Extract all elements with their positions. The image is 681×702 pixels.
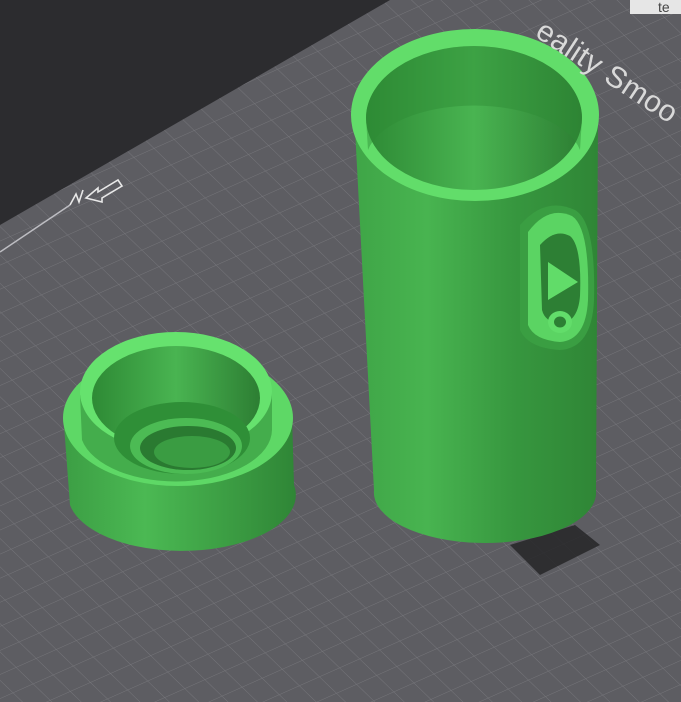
cap-model[interactable] xyxy=(63,332,296,560)
side-bracket xyxy=(520,205,595,350)
bed-tag-label: te xyxy=(630,0,681,14)
3d-viewport[interactable]: te eality Smoo xyxy=(0,0,681,702)
cylinder-model[interactable] xyxy=(351,29,599,543)
scene-canvas[interactable] xyxy=(0,0,681,702)
